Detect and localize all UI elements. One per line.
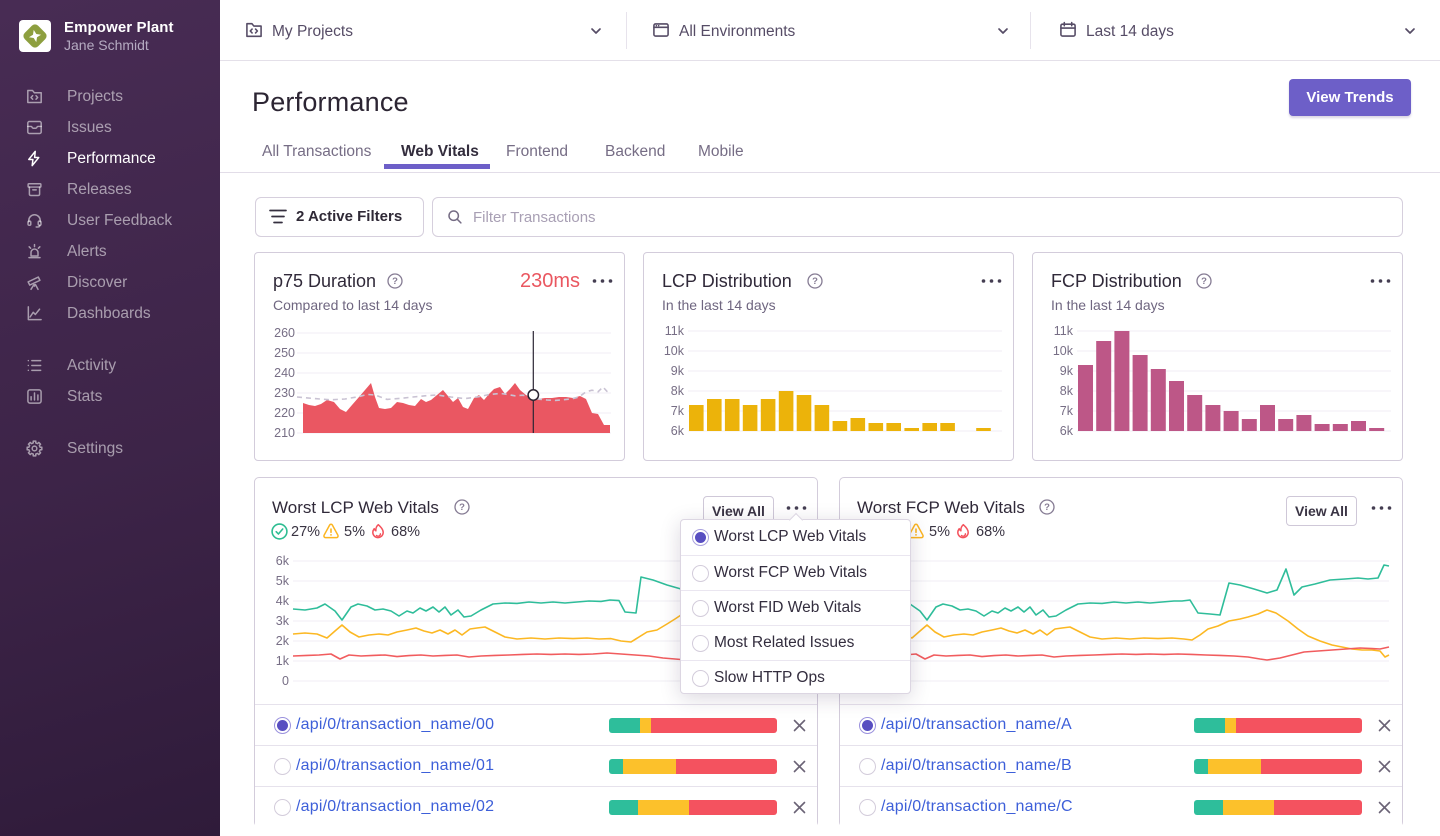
svg-text:8k: 8k <box>1060 384 1074 398</box>
svg-text:9k: 9k <box>671 364 685 378</box>
svg-text:6k: 6k <box>276 554 290 568</box>
svg-text:7k: 7k <box>671 404 685 418</box>
svg-text:210: 210 <box>274 426 295 440</box>
svg-text:230: 230 <box>274 386 295 400</box>
svg-text:7k: 7k <box>1060 404 1074 418</box>
svg-text:5k: 5k <box>276 574 290 588</box>
svg-text:?: ? <box>1201 276 1207 287</box>
svg-text:1k: 1k <box>276 654 290 668</box>
svg-text:4k: 4k <box>276 594 290 608</box>
svg-text:220: 220 <box>274 406 295 420</box>
svg-text:6k: 6k <box>671 424 685 438</box>
svg-text:9k: 9k <box>1060 364 1074 378</box>
svg-text:?: ? <box>459 502 465 513</box>
svg-text:2k: 2k <box>276 634 290 648</box>
svg-text:0: 0 <box>282 674 289 688</box>
svg-text:8k: 8k <box>671 384 685 398</box>
svg-text:10k: 10k <box>1053 344 1074 358</box>
svg-text:6k: 6k <box>1060 424 1074 438</box>
svg-text:260: 260 <box>274 326 295 340</box>
svg-text:11k: 11k <box>665 324 685 338</box>
svg-text:?: ? <box>392 276 398 287</box>
svg-text:240: 240 <box>274 366 295 380</box>
svg-text:3k: 3k <box>276 614 290 628</box>
svg-text:250: 250 <box>274 346 295 360</box>
svg-text:11k: 11k <box>1054 324 1074 338</box>
svg-text:10k: 10k <box>664 344 685 358</box>
svg-text:?: ? <box>1044 502 1050 513</box>
svg-text:?: ? <box>812 276 818 287</box>
